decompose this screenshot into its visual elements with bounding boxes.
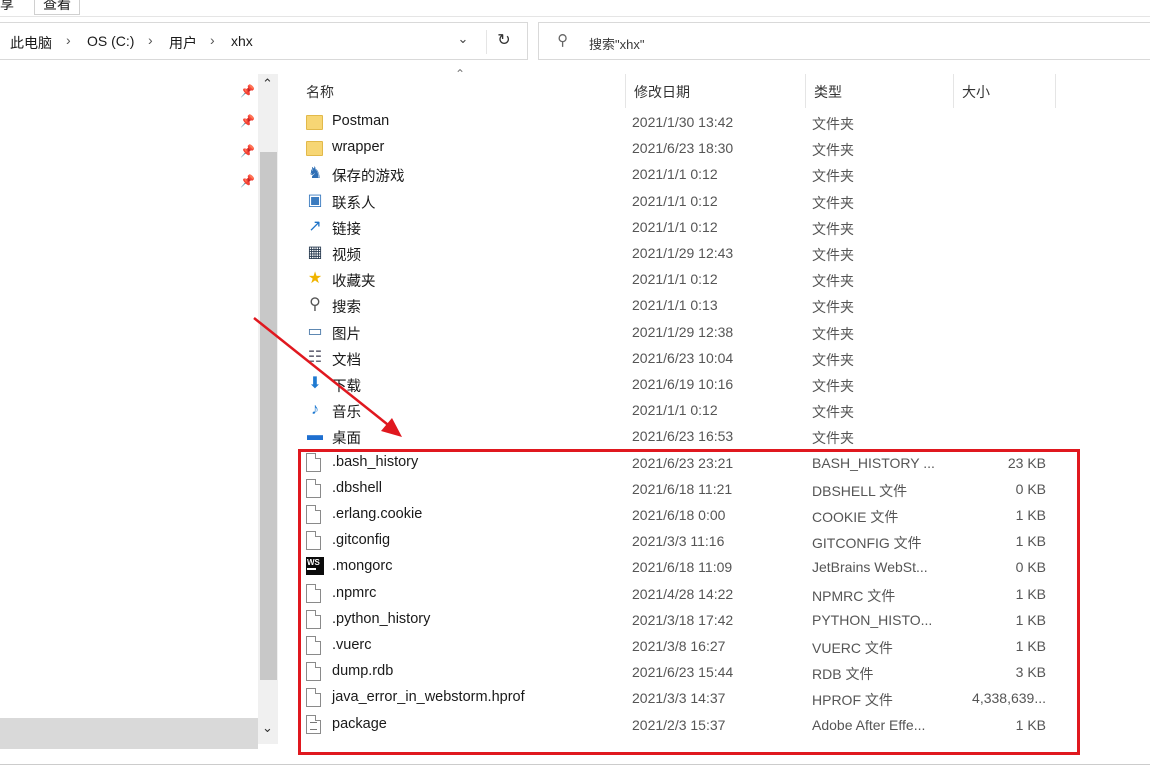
file-name: wrapper	[332, 139, 385, 156]
column-header-date[interactable]: 修改日期	[626, 74, 806, 108]
file-date: 2021/6/23 10:04	[632, 349, 734, 366]
file-name: 下载	[332, 379, 361, 395]
file-name: 视频	[332, 248, 361, 264]
file-row[interactable]: ⬇ 下载 2021/6/19 10:16 文件夹	[298, 371, 1058, 397]
desktop-icon: ▬	[307, 427, 323, 445]
file-type: 文件夹	[812, 194, 854, 211]
file-type: 文件夹	[812, 378, 854, 394]
file-row[interactable]: Postman 2021/1/30 13:42 文件夹	[298, 109, 1058, 135]
file-type: 文件夹	[812, 351, 854, 368]
file-row[interactable]: wrapper 2021/6/23 18:30 文件夹	[298, 135, 1058, 161]
navigation-pane[interactable]: 📌 📌 📌 📌	[0, 74, 258, 764]
ribbon-tab-view[interactable]: 查看	[34, 0, 80, 15]
file-name: 收藏夹	[332, 274, 376, 291]
file-date: 2021/1/1 0:12	[632, 166, 718, 183]
file-row[interactable]: ♞ 保存的游戏 2021/1/1 0:12 文件夹	[298, 161, 1058, 187]
pictures-icon: ▭	[307, 322, 323, 340]
file-date: 2021/1/1 0:12	[632, 271, 718, 288]
file-date: 2021/1/30 13:42	[632, 114, 734, 130]
file-date: 2021/6/23 18:30	[632, 140, 734, 157]
file-row[interactable]: ↗ 链接 2021/1/1 0:12 文件夹	[298, 214, 1058, 240]
file-type: 文件夹	[812, 220, 854, 237]
pin-icon[interactable]: 📌	[240, 84, 255, 98]
column-header-type[interactable]: 类型	[806, 74, 954, 108]
folder-icon	[306, 141, 323, 157]
pin-icon[interactable]: 📌	[240, 174, 255, 188]
column-header-size[interactable]: 大小	[954, 74, 1056, 108]
scroll-up-icon[interactable]: ⌃	[262, 76, 273, 92]
breadcrumb-separator-icon[interactable]: ›	[210, 32, 215, 48]
chevron-down-icon[interactable]: ⌄	[452, 31, 474, 51]
file-row[interactable]: ⚲ 搜索 2021/1/1 0:13 文件夹	[298, 292, 1058, 318]
videos-icon: ▦	[307, 244, 323, 261]
file-type: 文件夹	[812, 142, 854, 159]
file-row[interactable]: ▬ 桌面 2021/6/23 16:53 文件夹	[298, 423, 1058, 449]
file-date: 2021/6/19 10:16	[632, 376, 734, 392]
annotation-highlight-box	[298, 449, 1080, 755]
status-bar	[0, 764, 1150, 776]
nav-selected-item[interactable]	[0, 718, 258, 749]
search-input[interactable]: 搜索"xhx"	[589, 34, 644, 53]
file-date: 2021/1/29 12:38	[632, 323, 734, 340]
file-row[interactable]: ▦ 视频 2021/1/29 12:43 文件夹	[298, 240, 1058, 266]
file-date: 2021/1/29 12:43	[632, 245, 734, 261]
file-row[interactable]: ♪ 音乐 2021/1/1 0:12 文件夹	[298, 397, 1058, 423]
file-type: 文件夹	[812, 404, 854, 421]
favorites-icon: ★	[307, 270, 323, 288]
file-name: Postman	[332, 113, 390, 129]
file-name: 联系人	[332, 195, 376, 212]
search-box[interactable]: ⚲ 搜索"xhx"	[538, 22, 1150, 60]
file-date: 2021/6/23 16:53	[632, 428, 734, 445]
file-type: 文件夹	[812, 247, 854, 263]
contacts-icon: ▣	[307, 191, 323, 209]
search-icon: ⚲	[557, 32, 568, 49]
searches-icon: ⚲	[309, 296, 321, 314]
file-date: 2021/1/1 0:13	[632, 297, 718, 314]
file-date: 2021/1/1 0:12	[632, 192, 718, 209]
folder-icon	[306, 115, 323, 130]
scroll-down-icon[interactable]: ⌄	[262, 720, 273, 736]
file-name: 桌面	[332, 431, 361, 448]
ribbon-tabs: 享 查看	[0, 0, 1150, 17]
breadcrumb-this-pc[interactable]: 此电脑	[10, 33, 52, 53]
breadcrumb-xhx[interactable]: xhx	[231, 33, 253, 49]
file-type: 文件夹	[812, 273, 854, 290]
documents-icon: ☷	[307, 348, 323, 366]
breadcrumb-separator-icon[interactable]: ›	[66, 32, 71, 48]
file-name: 文档	[332, 352, 361, 369]
music-icon: ♪	[311, 401, 319, 419]
refresh-icon[interactable]: ↻	[486, 30, 521, 54]
address-bar[interactable]: 此电脑 › OS (C:) › 用户 › xhx ⌄ ↻	[0, 22, 528, 60]
file-name: 图片	[332, 326, 361, 343]
file-date: 2021/1/1 0:12	[632, 218, 718, 235]
breadcrumb-users[interactable]: 用户	[169, 33, 197, 53]
file-type: 文件夹	[812, 116, 854, 132]
file-name: 音乐	[332, 405, 361, 422]
nav-scrollbar-thumb[interactable]	[260, 152, 277, 680]
file-date: 2021/1/1 0:12	[632, 402, 718, 419]
file-name: 搜索	[332, 300, 361, 317]
file-row[interactable]: ▭ 图片 2021/1/29 12:38 文件夹	[298, 319, 1058, 345]
file-type: 文件夹	[812, 430, 854, 447]
breadcrumb-separator-icon[interactable]: ›	[148, 32, 153, 48]
pin-icon[interactable]: 📌	[240, 114, 255, 128]
links-icon: ↗	[308, 217, 322, 235]
file-row[interactable]: ★ 收藏夹 2021/1/1 0:12 文件夹	[298, 266, 1058, 292]
saved-games-icon: ♞	[307, 165, 323, 183]
file-type: 文件夹	[812, 325, 854, 342]
sort-ascending-icon: ⌃	[455, 67, 466, 81]
downloads-icon: ⬇	[308, 375, 322, 392]
file-row[interactable]: ▣ 联系人 2021/1/1 0:12 文件夹	[298, 188, 1058, 214]
ribbon-tab-share[interactable]: 享	[0, 0, 14, 14]
file-type: 文件夹	[812, 168, 854, 185]
file-name: 保存的游戏	[332, 169, 405, 186]
file-type: 文件夹	[812, 299, 854, 316]
file-name: 链接	[332, 221, 361, 238]
pin-icon[interactable]: 📌	[240, 144, 255, 158]
breadcrumb-drive-c[interactable]: OS (C:)	[87, 33, 134, 49]
file-row[interactable]: ☷ 文档 2021/6/23 10:04 文件夹	[298, 345, 1058, 371]
